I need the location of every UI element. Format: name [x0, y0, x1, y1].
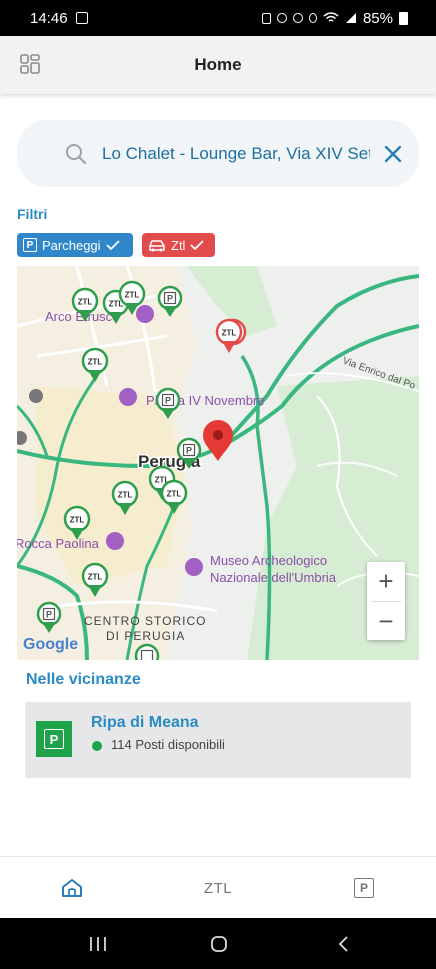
nav-home[interactable]	[52, 857, 92, 919]
poi-arco-icon	[136, 305, 154, 323]
svg-text:ZTL: ZTL	[70, 516, 85, 525]
poi-piazza-icon	[119, 388, 137, 406]
nav-parking[interactable]: P	[344, 857, 384, 919]
nav-ztl[interactable]: ZTL	[188, 857, 248, 919]
map-label-centro-1: CENTRO STORICO	[84, 614, 206, 628]
map-label-museo-1: Museo Archeologico	[210, 553, 327, 568]
search-input[interactable]: Lo Chalet - Lounge Bar, Via XIV Settembr…	[102, 120, 370, 187]
signal-icon	[345, 13, 356, 23]
page-title: Home	[194, 55, 242, 74]
parking-icon: P	[23, 238, 37, 252]
back-icon	[338, 935, 348, 952]
wifi-icon	[323, 12, 339, 22]
svg-text:P: P	[165, 396, 171, 406]
nearby-parking-card[interactable]: P Ripa di Meana 114 Posti disponibili	[25, 702, 411, 778]
recent-apps-button[interactable]	[85, 918, 111, 969]
search-icon	[66, 144, 87, 165]
google-logo: Google	[23, 636, 78, 653]
back-button[interactable]	[330, 918, 356, 969]
notification-icon	[261, 12, 271, 24]
svg-text:P: P	[167, 294, 173, 304]
close-icon[interactable]	[383, 144, 403, 164]
car-icon	[149, 240, 165, 252]
check-icon	[190, 240, 205, 251]
filter-chip-parking-label: Parcheggi	[42, 237, 101, 253]
parking-marker[interactable]	[134, 643, 160, 660]
bottom-nav: ZTL P	[0, 856, 436, 918]
svg-text:ZTL: ZTL	[78, 298, 93, 307]
status-time: 14:46	[30, 9, 68, 27]
nearby-label: Nelle vicinanze	[26, 671, 141, 688]
battery-percent: 85%	[362, 9, 393, 27]
filter-chip-ztl-label: Ztl	[171, 237, 186, 253]
availability-dot	[92, 741, 102, 751]
svg-text:P: P	[186, 446, 192, 456]
svg-text:ZTL: ZTL	[88, 358, 103, 367]
search-bar[interactable]: Lo Chalet - Lounge Bar, Via XIV Settembr…	[17, 120, 419, 187]
map-canvas[interactable]: Arco Etrusco Piazza IV Novembre Perugia …	[17, 266, 419, 660]
map-view[interactable]: Arco Etrusco Piazza IV Novembre Perugia …	[17, 266, 419, 660]
location-icon	[308, 13, 317, 23]
parking-icon: P	[354, 878, 374, 898]
circle-home-icon	[211, 935, 227, 952]
system-nav-bar	[0, 918, 436, 969]
poi-rocca-icon	[106, 532, 124, 550]
check-icon	[105, 240, 120, 251]
svg-text:P: P	[46, 610, 52, 620]
poi-gray-icon	[29, 389, 43, 403]
filters-label: Filtri	[17, 206, 48, 222]
parking-name: Ripa di Meana	[91, 714, 199, 731]
app-bar: Home	[0, 36, 436, 94]
svg-text:ZTL: ZTL	[167, 490, 182, 499]
battery-icon	[399, 11, 408, 25]
svg-text:ZTL: ZTL	[222, 329, 237, 338]
map-label-museo-2: Nazionale dell'Umbria	[210, 570, 337, 585]
home-icon	[62, 879, 82, 897]
filter-chip-parking[interactable]: P Parcheggi	[17, 233, 133, 257]
alarm-icon	[276, 13, 287, 23]
filter-chip-ztl[interactable]: Ztl	[142, 233, 215, 257]
svg-text:ZTL: ZTL	[118, 491, 133, 500]
status-bar: 14:46 85%	[0, 0, 436, 36]
svg-text:ZTL: ZTL	[88, 573, 103, 582]
mute-icon	[292, 13, 303, 23]
svg-text:ZTL: ZTL	[125, 291, 140, 300]
map-label-centro-2: DI PERUGIA	[106, 629, 185, 643]
parking-icon: P	[36, 721, 72, 757]
poi-museo-icon	[185, 558, 203, 576]
map-label-rocca: Rocca Paolina	[17, 536, 100, 551]
gallery-icon	[75, 12, 88, 24]
home-system-button[interactable]	[206, 918, 232, 969]
recent-apps-icon	[90, 936, 106, 951]
zoom-in-button[interactable]: +	[367, 562, 405, 601]
parking-availability: 114 Posti disponibili	[111, 737, 225, 752]
zoom-controls: + −	[367, 562, 405, 640]
dashboard-icon[interactable]	[20, 54, 40, 74]
zoom-out-button[interactable]: −	[367, 602, 405, 641]
